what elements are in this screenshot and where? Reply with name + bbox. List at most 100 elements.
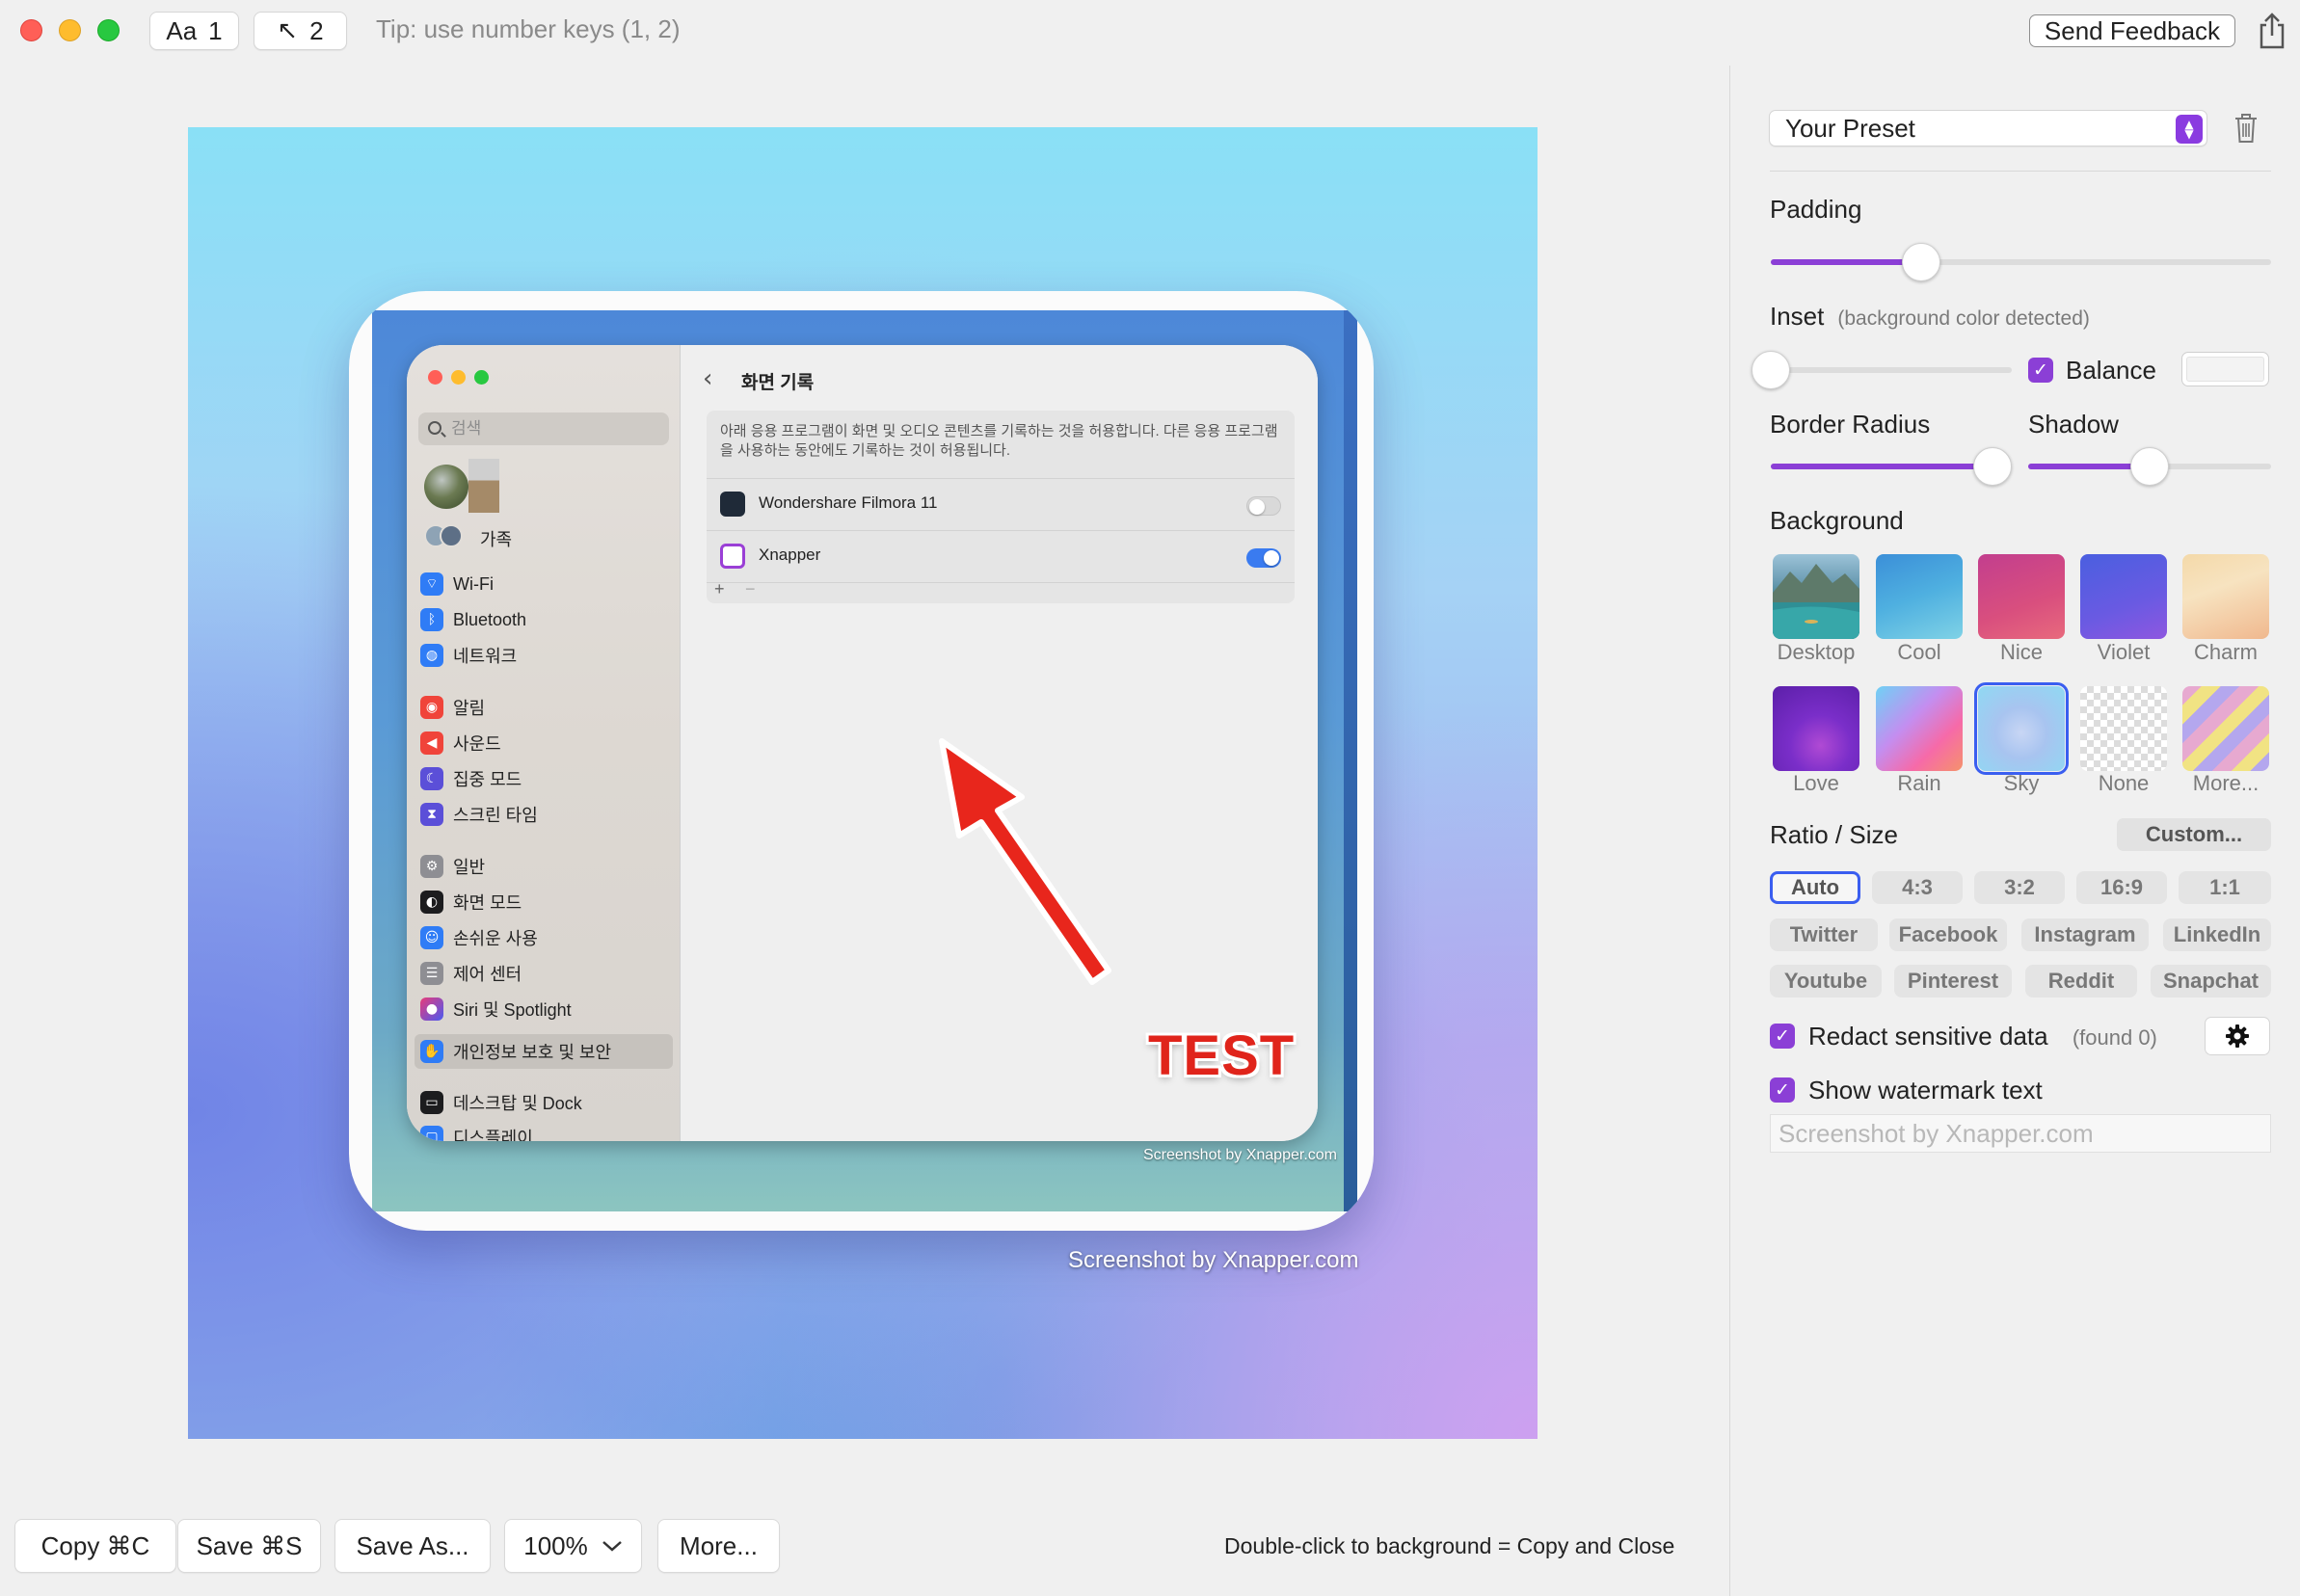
balance-label: Balance <box>2066 356 2156 385</box>
more-button[interactable]: More... <box>657 1519 780 1573</box>
preview-canvas[interactable]: 검색 가족 ⌔ Wi-Fi ᛒ Bluetooth ◍ 네트워크 ◉ 알림 ◀ 사운드 ☾… <box>188 127 1538 1439</box>
redact-checkbox[interactable]: ✓ <box>1770 1024 1795 1049</box>
background-nice[interactable] <box>1978 554 2065 639</box>
shadow-slider[interactable] <box>2028 447 2271 486</box>
save-button[interactable]: Save ⌘S <box>177 1519 321 1573</box>
close-window-button[interactable] <box>20 19 42 41</box>
size-snapchat[interactable]: Snapchat <box>2151 965 2271 998</box>
padding-label: Padding <box>1770 195 1862 224</box>
background-violet[interactable] <box>2080 554 2167 639</box>
arrow-mode-key: 2 <box>309 15 324 45</box>
panel-divider <box>1729 66 1730 1596</box>
ratio-16-9[interactable]: 16:9 <box>2076 871 2167 904</box>
sidebar-item-privacy: ✋ 개인정보 보호 및 보안 <box>420 1036 611 1067</box>
app-row: Wondershare Filmora 11 <box>707 478 1295 530</box>
wifi-icon: ⌔ <box>420 572 443 596</box>
captured-zoom-dot <box>474 370 489 385</box>
slider-knob[interactable] <box>2130 447 2169 486</box>
globe-icon: ◍ <box>420 644 443 667</box>
background-label-love: Love <box>1793 771 1839 795</box>
balance-checkbox[interactable]: ✓ <box>2028 358 2053 383</box>
size-reddit[interactable]: Reddit <box>2025 965 2137 998</box>
sidebar-item-appearance: ◐ 화면 모드 <box>420 887 522 918</box>
padding-slider[interactable] <box>1771 243 2271 281</box>
captured-sidebar: 검색 가족 ⌔ Wi-Fi ᛒ Bluetooth ◍ 네트워크 ◉ 알림 ◀ 사운드 ☾… <box>407 345 681 1141</box>
gear-icon: ⚙ <box>420 855 443 878</box>
ratio-3-2[interactable]: 3:2 <box>1974 871 2065 904</box>
copy-button[interactable]: Copy ⌘C <box>14 1519 176 1573</box>
background-none[interactable] <box>2080 686 2167 771</box>
size-linkedin[interactable]: LinkedIn <box>2163 918 2271 951</box>
inset-note: (background color detected) <box>1837 307 2090 330</box>
siri-icon: ● <box>420 998 443 1021</box>
size-facebook[interactable]: Facebook <box>1889 918 2007 951</box>
watermark-text-input[interactable] <box>1770 1114 2271 1153</box>
dock-icon: ▭ <box>420 1091 443 1114</box>
hourglass-icon: ⧗ <box>420 803 443 826</box>
remove-sign: − <box>745 579 756 598</box>
redact-found-count: (found 0) <box>2072 1025 2157 1050</box>
inset-color-well[interactable] <box>2181 352 2269 386</box>
captured-close-dot <box>428 370 442 385</box>
red-arrow-annotation[interactable] <box>930 730 1123 990</box>
zoom-dropdown[interactable]: 100% <box>504 1519 642 1573</box>
text-mode-glyph: Aa <box>166 15 198 45</box>
custom-size-button[interactable]: Custom... <box>2117 818 2271 851</box>
accessibility-icon: ☺ <box>420 926 443 949</box>
zoom-window-button[interactable] <box>97 19 120 41</box>
minimize-window-button[interactable] <box>59 19 81 41</box>
size-instagram[interactable]: Instagram <box>2021 918 2149 951</box>
sidebar-item-general: ⚙ 일반 <box>420 851 485 882</box>
size-youtube[interactable]: Youtube <box>1770 965 1882 998</box>
text-mode-button[interactable]: Aa 1 <box>149 12 239 50</box>
sidebar-item-network: ◍ 네트워크 <box>420 640 517 671</box>
sidebar-item-siri: ● Siri 및 Spotlight <box>420 994 572 1024</box>
ratio-1-1[interactable]: 1:1 <box>2179 871 2271 904</box>
captured-search-placeholder: 검색 <box>451 419 482 438</box>
sidebar-item-desktop-dock: ▭ 데스크탑 및 Dock <box>420 1087 582 1118</box>
background-love[interactable] <box>1773 686 1859 771</box>
ratio-auto[interactable]: Auto <box>1770 871 1860 904</box>
preset-dropdown[interactable]: Your Preset ▲ ▼ <box>1769 110 2207 146</box>
sidebar-item-focus: ☾ 집중 모드 <box>420 763 522 794</box>
family-label: 가족 <box>480 530 513 549</box>
arrow-mode-button[interactable]: ↖ 2 <box>254 12 347 50</box>
background-sky[interactable] <box>1974 682 2069 775</box>
trash-icon[interactable] <box>2233 112 2260 145</box>
background-desktop[interactable] <box>1773 554 1859 639</box>
sidebar-item-notifications: ◉ 알림 <box>420 692 485 723</box>
background-cool[interactable] <box>1876 554 1963 639</box>
family-avatars <box>424 524 467 547</box>
redact-label: Redact sensitive data (found 0) <box>1808 1022 2157 1051</box>
background-rain[interactable] <box>1876 686 1963 771</box>
slider-knob[interactable] <box>1901 243 1940 281</box>
send-feedback-button[interactable]: Send Feedback <box>2029 14 2235 47</box>
border-radius-slider[interactable] <box>1771 447 2012 486</box>
watermark-checkbox[interactable]: ✓ <box>1770 1077 1795 1103</box>
save-as-button[interactable]: Save As... <box>334 1519 491 1573</box>
ratio-4-3[interactable]: 4:3 <box>1872 871 1963 904</box>
background-more[interactable] <box>2182 686 2269 771</box>
inset-slider[interactable] <box>1752 351 2012 389</box>
share-icon[interactable] <box>2256 12 2288 50</box>
slider-knob[interactable] <box>1973 447 2012 486</box>
redact-settings-button[interactable] <box>2205 1017 2270 1055</box>
shadow-label: Shadow <box>2028 410 2119 439</box>
tip-text: Tip: use number keys (1, 2) <box>376 14 681 43</box>
mountain-lake-thumbnail <box>1773 564 1859 639</box>
background-label-charm: Charm <box>2193 640 2258 664</box>
bell-icon: ◉ <box>420 696 443 719</box>
preset-value: Your Preset <box>1785 113 1915 143</box>
chevron-left-icon: ‹ <box>703 364 713 393</box>
screenshot-frame: 검색 가족 ⌔ Wi-Fi ᛒ Bluetooth ◍ 네트워크 ◉ 알림 ◀ 사운드 ☾… <box>349 291 1374 1231</box>
size-twitter[interactable]: Twitter <box>1770 918 1878 951</box>
arrow-mode-glyph: ↖ <box>277 16 299 45</box>
sidebar-item-bluetooth: ᛒ Bluetooth <box>420 604 526 635</box>
text-annotation[interactable]: TEST <box>1148 1024 1295 1088</box>
size-pinterest[interactable]: Pinterest <box>1894 965 2012 998</box>
slider-knob[interactable] <box>1752 351 1790 389</box>
sidebar-item-control-center: ☰ 제어 센터 <box>420 958 522 989</box>
background-charm[interactable] <box>2182 554 2269 639</box>
filmora-toggle <box>1246 496 1281 516</box>
border-radius-label: Border Radius <box>1770 410 1931 439</box>
